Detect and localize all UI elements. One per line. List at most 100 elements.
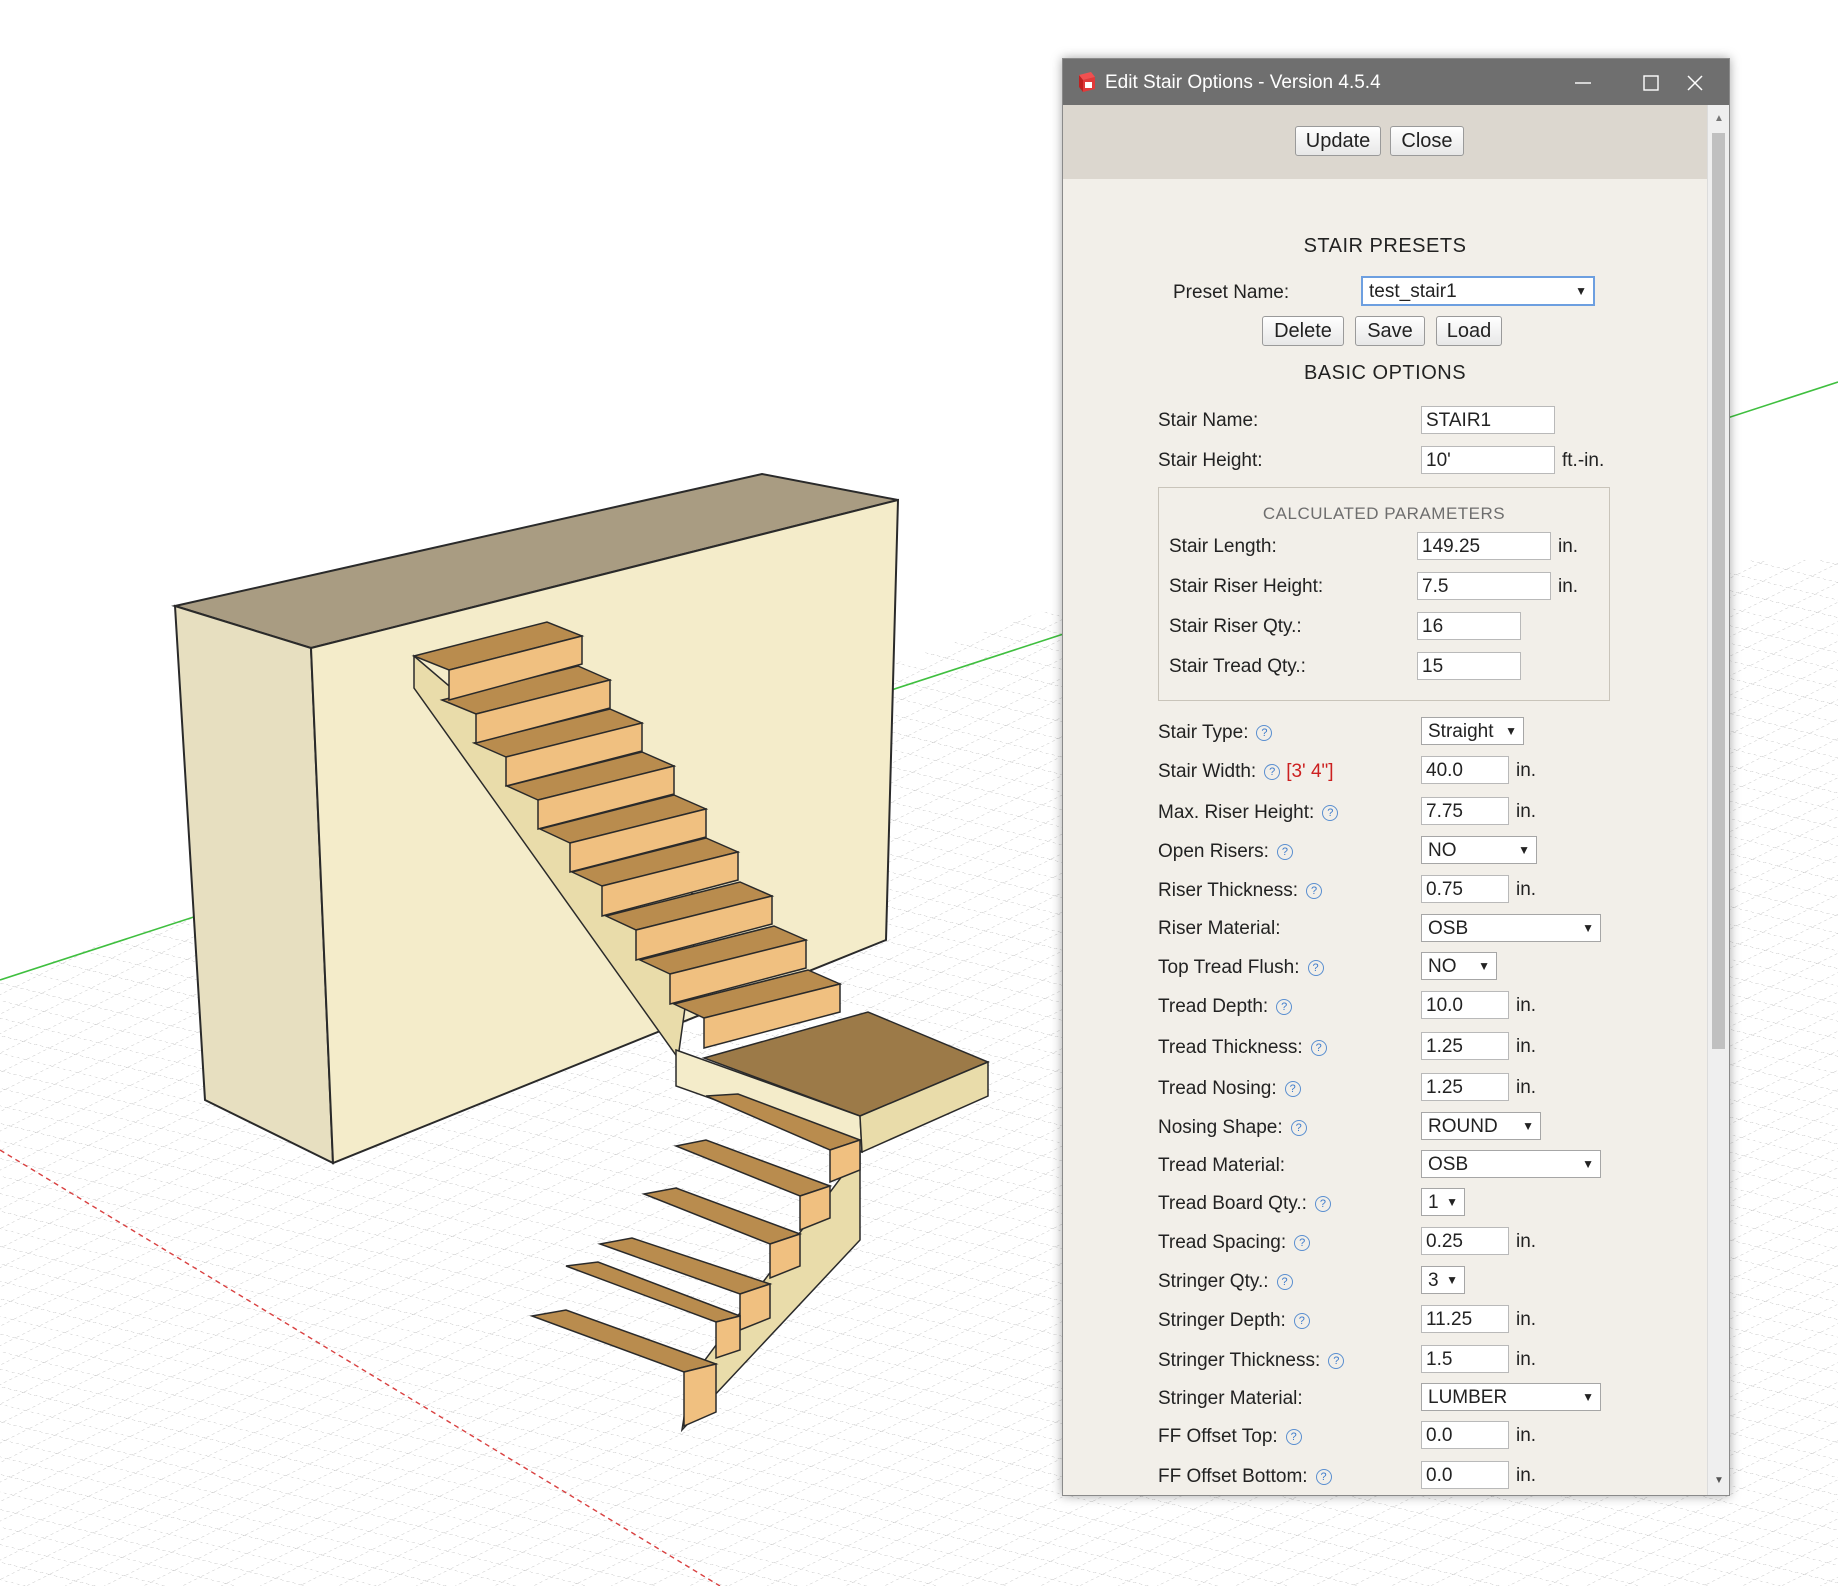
help-icon[interactable]: ?	[1322, 805, 1339, 821]
stringer-qty-select[interactable]: 3 ▼	[1421, 1266, 1465, 1294]
stair-tread-qty-input[interactable]: 15	[1417, 652, 1521, 680]
ff-offset-top-input[interactable]: 0.0	[1421, 1421, 1509, 1449]
stringer-depth-label: Stringer Depth:?	[1158, 1310, 1310, 1332]
stringer-thickness-label: Stringer Thickness:?	[1158, 1350, 1345, 1372]
tread-spacing-label: Tread Spacing:?	[1158, 1232, 1311, 1254]
stair-name-label: Stair Name:	[1158, 410, 1259, 431]
chevron-down-icon: ▼	[1582, 921, 1594, 935]
tread-material-select[interactable]: OSB ▼	[1421, 1150, 1601, 1178]
close-window-button[interactable]	[1661, 59, 1729, 105]
tread-material-label: Tread Material:	[1158, 1155, 1286, 1176]
stringer-depth-input[interactable]: 11.25	[1421, 1305, 1509, 1333]
chevron-down-icon: ▼	[1582, 1390, 1594, 1404]
calculated-parameters-heading: CALCULATED PARAMETERS	[1262, 504, 1506, 523]
open-risers-select[interactable]: NO ▼	[1421, 836, 1537, 864]
riser-thickness-label: Riser Thickness:?	[1158, 880, 1323, 902]
tread-nosing-unit: in.	[1516, 1077, 1537, 1098]
help-icon[interactable]: ?	[1276, 999, 1293, 1015]
stair-height-input[interactable]: 10'	[1421, 446, 1555, 474]
stringer-depth-unit: in.	[1516, 1309, 1537, 1330]
close-button[interactable]: Close	[1390, 126, 1464, 156]
stair-type-select[interactable]: Straight ▼	[1421, 717, 1524, 745]
chevron-down-icon: ▼	[1582, 1157, 1594, 1171]
tread-board-qty-select[interactable]: 1 ▼	[1421, 1188, 1465, 1216]
ff-offset-top-unit: in.	[1516, 1425, 1537, 1446]
tread-spacing-unit: in.	[1516, 1231, 1537, 1252]
top-tread-flush-label: Top Tread Flush:?	[1158, 957, 1324, 979]
tread-thickness-input[interactable]: 1.25	[1421, 1032, 1509, 1060]
save-preset-button[interactable]: Save	[1355, 316, 1425, 346]
stringer-material-select[interactable]: LUMBER ▼	[1421, 1383, 1601, 1411]
help-icon[interactable]: ?	[1306, 883, 1323, 899]
help-icon[interactable]: ?	[1310, 1040, 1327, 1056]
help-icon[interactable]: ?	[1285, 1429, 1302, 1445]
ff-offset-bottom-input[interactable]: 0.0	[1421, 1461, 1509, 1489]
help-icon[interactable]: ?	[1264, 764, 1281, 780]
tread-thickness-label: Tread Thickness:?	[1158, 1037, 1327, 1059]
scroll-up-icon[interactable]: ▲	[1714, 113, 1724, 124]
dialog-content: Update Close STAIR PRESETS Preset Name: …	[1063, 105, 1707, 1495]
help-icon[interactable]: ?	[1314, 1196, 1331, 1212]
tread-thickness-unit: in.	[1516, 1036, 1537, 1057]
stair-name-input[interactable]: STAIR1	[1421, 406, 1555, 434]
stair-riser-qty-input[interactable]: 16	[1417, 612, 1521, 640]
stair-width-label: Stair Width:? [3' 4"]	[1158, 761, 1334, 782]
stair-riser-height-input[interactable]: 7.5	[1417, 572, 1551, 600]
tread-nosing-label: Tread Nosing:?	[1158, 1078, 1301, 1100]
help-icon[interactable]: ?	[1276, 1274, 1293, 1290]
tread-board-qty-label: Tread Board Qty.:?	[1158, 1193, 1331, 1215]
minimize-button[interactable]	[1549, 59, 1617, 105]
ff-offset-top-label: FF Offset Top:?	[1158, 1426, 1302, 1448]
riser-thickness-input[interactable]: 0.75	[1421, 875, 1509, 903]
scrollbar-thumb[interactable]	[1712, 133, 1725, 1049]
load-preset-button[interactable]: Load	[1436, 316, 1502, 346]
basic-options-heading: BASIC OPTIONS	[1303, 362, 1467, 384]
stringer-thickness-unit: in.	[1516, 1349, 1537, 1370]
help-icon[interactable]: ?	[1328, 1353, 1345, 1369]
stair-length-input[interactable]: 149.25	[1417, 532, 1551, 560]
stringer-material-label: Stringer Material:	[1158, 1388, 1303, 1409]
tread-depth-input[interactable]: 10.0	[1421, 991, 1509, 1019]
dialog-title: Edit Stair Options - Version 4.5.4	[1105, 72, 1381, 93]
max-riser-height-input[interactable]: 7.75	[1421, 797, 1509, 825]
stringer-thickness-input[interactable]: 1.5	[1421, 1345, 1509, 1373]
stair-width-input[interactable]: 40.0	[1421, 756, 1509, 784]
scroll-down-icon[interactable]: ▼	[1714, 1475, 1724, 1486]
nosing-shape-select[interactable]: ROUND ▼	[1421, 1112, 1541, 1140]
tread-spacing-input[interactable]: 0.25	[1421, 1227, 1509, 1255]
preset-name-label: Preset Name:	[1173, 282, 1290, 303]
stair-riser-height-label: Stair Riser Height:	[1169, 576, 1324, 597]
edit-stair-options-dialog: Edit Stair Options - Version 4.5.4 Updat…	[1062, 58, 1730, 1496]
help-icon[interactable]: ?	[1293, 1313, 1310, 1329]
max-riser-height-unit: in.	[1516, 801, 1537, 822]
chevron-down-icon: ▼	[1505, 724, 1517, 738]
update-button[interactable]: Update	[1295, 126, 1381, 156]
nosing-shape-label: Nosing Shape:?	[1158, 1117, 1307, 1139]
stair-type-label: Stair Type:?	[1158, 722, 1273, 744]
riser-material-select[interactable]: OSB ▼	[1421, 914, 1601, 942]
riser-material-label: Riser Material:	[1158, 918, 1281, 939]
vertical-scrollbar[interactable]: ▲ ▼	[1707, 105, 1729, 1495]
help-icon[interactable]: ?	[1276, 844, 1293, 860]
help-icon[interactable]: ?	[1307, 960, 1324, 976]
preset-name-select[interactable]: test_stair1 ▼	[1361, 276, 1595, 306]
chevron-down-icon: ▼	[1478, 959, 1490, 973]
sketchup-app-icon	[1079, 72, 1095, 92]
tread-depth-label: Tread Depth:?	[1158, 996, 1293, 1018]
stringer-qty-label: Stringer Qty.:?	[1158, 1271, 1293, 1293]
help-icon[interactable]: ?	[1256, 725, 1273, 741]
help-icon[interactable]: ?	[1284, 1081, 1301, 1097]
delete-preset-button[interactable]: Delete	[1262, 316, 1344, 346]
help-icon[interactable]: ?	[1294, 1235, 1311, 1251]
minimize-icon	[1575, 82, 1591, 84]
help-icon[interactable]: ?	[1315, 1469, 1332, 1485]
close-icon	[1687, 75, 1703, 91]
title-bar[interactable]: Edit Stair Options - Version 4.5.4	[1063, 59, 1729, 105]
top-tread-flush-select[interactable]: NO ▼	[1421, 952, 1497, 980]
stair-length-label: Stair Length:	[1169, 536, 1277, 557]
chevron-down-icon: ▼	[1522, 1119, 1534, 1133]
tread-nosing-input[interactable]: 1.25	[1421, 1073, 1509, 1101]
riser-thickness-unit: in.	[1516, 879, 1537, 900]
action-toolbar: Update Close	[1063, 105, 1707, 179]
help-icon[interactable]: ?	[1290, 1120, 1307, 1136]
